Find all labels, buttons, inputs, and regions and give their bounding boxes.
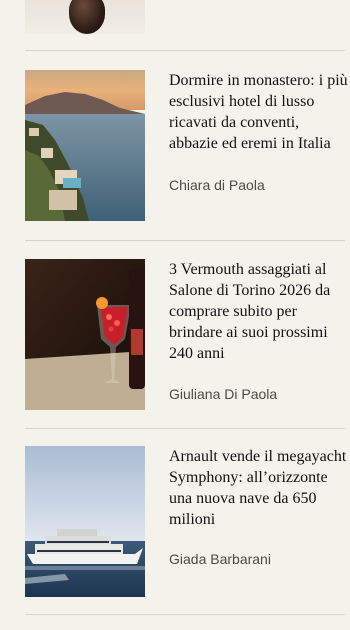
previous-article-thumbnail[interactable]: [25, 0, 145, 34]
article-title[interactable]: Dormire in monastero: i più esclusivi ho…: [169, 70, 350, 154]
article-title[interactable]: Arnault vende il megayacht Symphony: all…: [169, 446, 350, 530]
article-thumbnail-monastery-coast[interactable]: [25, 70, 145, 221]
article-title[interactable]: 3 Vermouth assaggiati al Salone di Torin…: [169, 259, 350, 364]
divider: [25, 428, 345, 429]
divider: [25, 614, 345, 615]
divider: [25, 240, 345, 241]
divider: [25, 50, 345, 51]
article-author[interactable]: Chiara di Paola: [169, 176, 265, 194]
article-thumbnail-vermouth-glass[interactable]: [25, 259, 145, 410]
article-author[interactable]: Giuliana Di Paola: [169, 385, 277, 403]
article-author[interactable]: Giada Barbarani: [169, 550, 271, 568]
article-thumbnail-megayacht[interactable]: [25, 446, 145, 597]
